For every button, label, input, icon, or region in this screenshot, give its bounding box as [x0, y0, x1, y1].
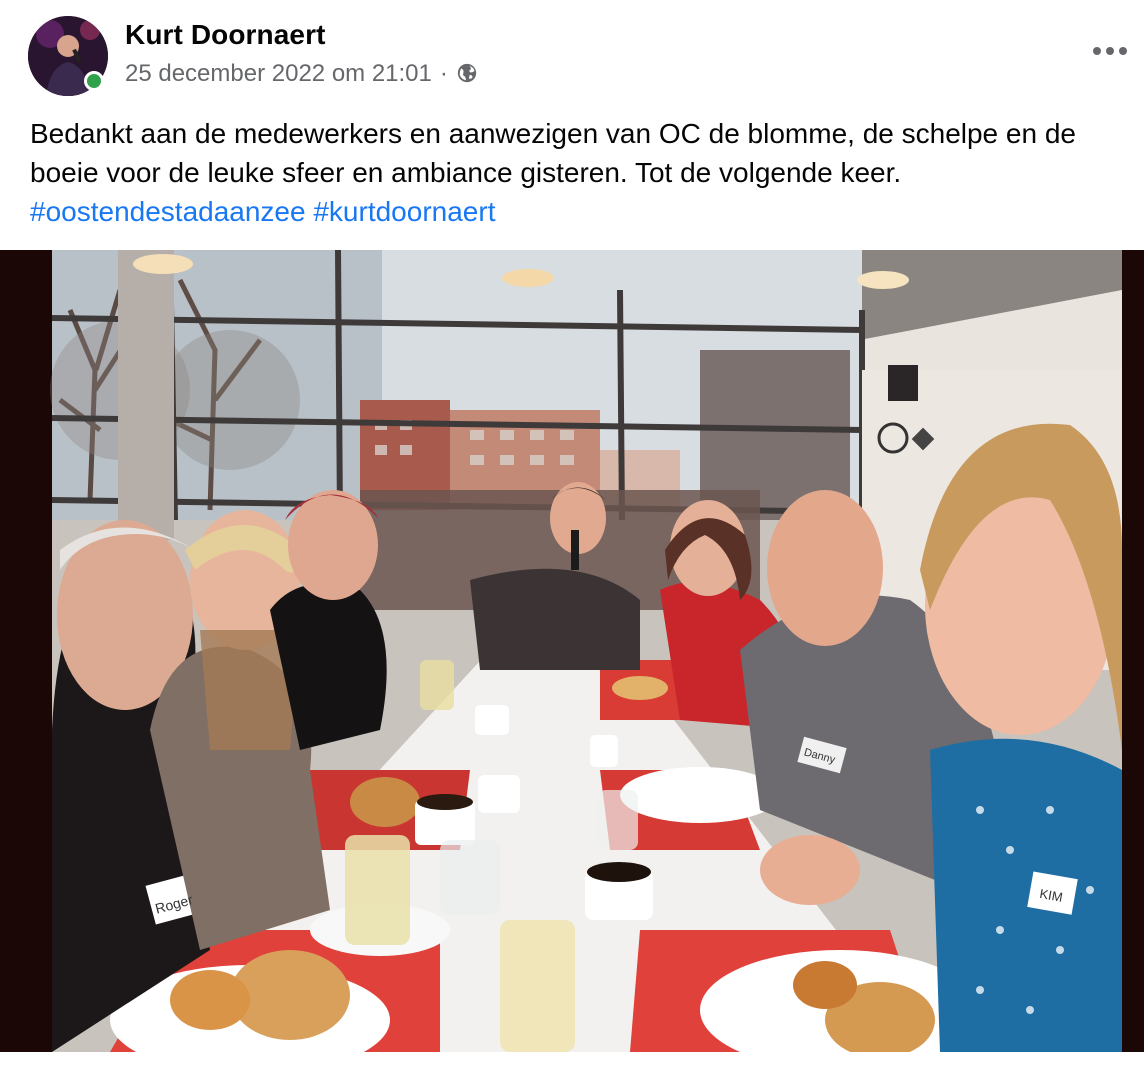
post-body: Bedankt aan de medewerkers en aanwezigen…: [30, 114, 1130, 231]
post-meta: 25 december 2022 om 21:01 ·: [125, 60, 480, 88]
hashtag-link[interactable]: #kurtdoornaert: [313, 196, 495, 227]
author-name[interactable]: Kurt Doornaert: [125, 19, 326, 51]
photo-scene: [50, 250, 1122, 1052]
post-message: Bedankt aan de medewerkers en aanwezigen…: [30, 118, 1076, 188]
hashtags: #oostendestadaanzee #kurtdoornaert: [30, 192, 1130, 231]
more-options-icon[interactable]: [1090, 36, 1130, 66]
meta-separator: ·: [439, 60, 448, 87]
globe-icon[interactable]: [456, 62, 480, 86]
post-header: Kurt Doornaert 25 december 2022 om 21:01…: [0, 0, 1144, 110]
hashtag-link[interactable]: #oostendestadaanzee: [30, 196, 306, 227]
online-status-dot: [84, 71, 104, 91]
post-timestamp[interactable]: 25 december 2022 om 21:01: [125, 60, 432, 88]
post-photo[interactable]: Roger Danny KIM: [0, 250, 1144, 1052]
